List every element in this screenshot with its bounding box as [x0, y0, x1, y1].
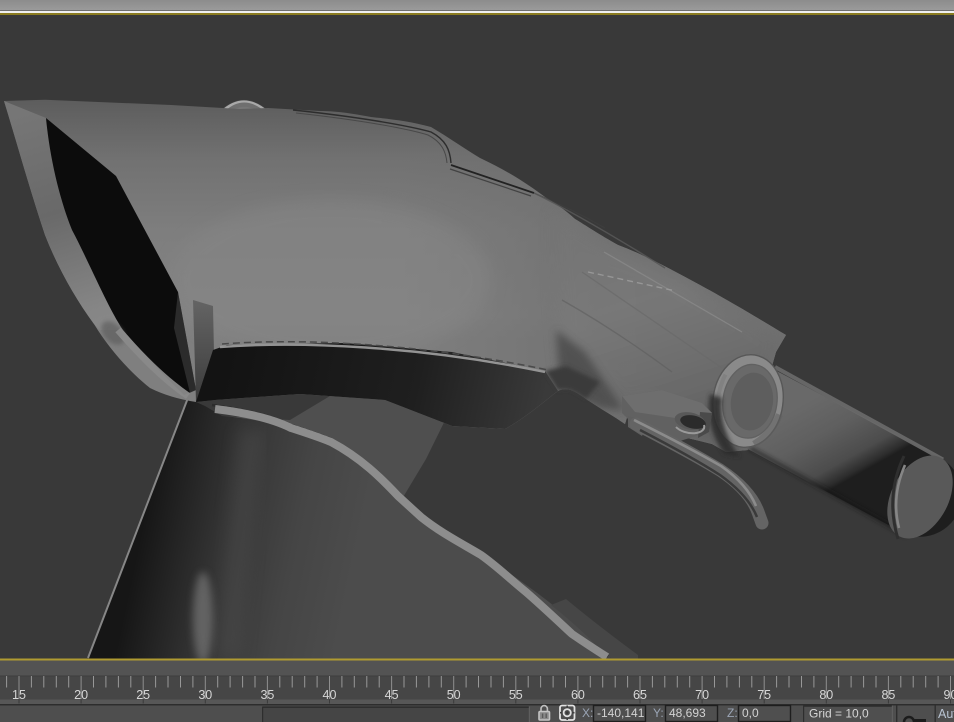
svg-text:25: 25: [136, 688, 150, 702]
svg-text:60: 60: [571, 688, 585, 702]
svg-text:20: 20: [74, 688, 88, 702]
svg-text:35: 35: [260, 688, 274, 702]
svg-text:75: 75: [757, 688, 771, 702]
svg-text:0,0: 0,0: [742, 706, 759, 720]
svg-text:-140,141: -140,141: [597, 706, 645, 720]
svg-text:Aut: Aut: [938, 707, 954, 721]
svg-text:90: 90: [944, 688, 954, 702]
svg-text:40: 40: [323, 688, 337, 702]
svg-text:30: 30: [198, 688, 212, 702]
svg-text:45: 45: [385, 688, 399, 702]
svg-text:65: 65: [633, 688, 647, 702]
svg-text:55: 55: [509, 688, 523, 702]
svg-text:Z:: Z:: [727, 706, 738, 720]
svg-text:50: 50: [447, 688, 461, 702]
svg-text:15: 15: [12, 688, 26, 702]
svg-text:70: 70: [695, 688, 709, 702]
svg-text:85: 85: [881, 688, 895, 702]
svg-text:X:: X:: [582, 706, 593, 720]
svg-text:Y:: Y:: [653, 706, 664, 720]
svg-text:80: 80: [819, 688, 833, 702]
svg-text:Grid = 10,0: Grid = 10,0: [809, 707, 869, 721]
svg-text:48,693: 48,693: [669, 706, 706, 720]
